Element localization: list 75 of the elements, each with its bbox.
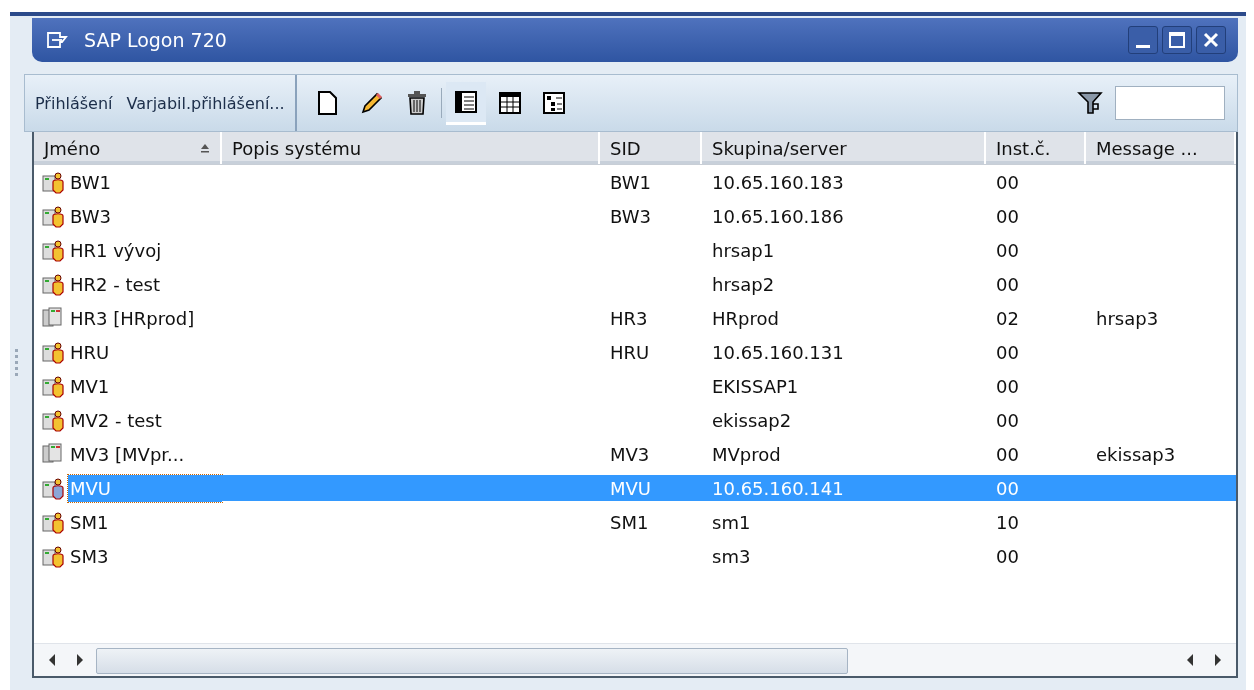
logon-icon — [46, 31, 68, 49]
system-name[interactable]: MV2 - test — [68, 406, 222, 434]
system-name[interactable]: SM1 — [68, 508, 222, 536]
filter-icon[interactable] — [1077, 90, 1103, 116]
server-user-icon — [42, 170, 66, 194]
server-user-icon — [42, 510, 66, 534]
system-name[interactable]: MV1 — [68, 372, 222, 400]
table-cell-text: BW3 — [609, 205, 651, 227]
system-name[interactable]: HRU — [68, 338, 222, 366]
system-name[interactable]: HR3 [HRprod] — [68, 304, 222, 332]
table-cell-text: 00 — [995, 545, 1019, 567]
table-cell-text: 10.65.160.131 — [711, 341, 844, 363]
scrollbar-thumb[interactable] — [96, 648, 848, 674]
table-cell-text: MVprod — [711, 443, 781, 465]
server-user-icon — [42, 544, 66, 568]
table-cell-text: 02 — [995, 307, 1019, 329]
server-user-icon — [42, 408, 66, 432]
server-user-icon — [42, 204, 66, 228]
server-user-icon — [42, 340, 66, 364]
system-name[interactable]: HR1 vývoj — [68, 236, 222, 264]
column-header[interactable]: SID — [600, 132, 702, 164]
table-cell-text: 10 — [995, 511, 1019, 533]
table-cell-text: 10.65.160.183 — [711, 171, 844, 193]
table-cell-text: hrsap2 — [711, 273, 775, 295]
server-user-icon — [42, 476, 66, 500]
action-button[interactable]: Přihlášení — [31, 87, 117, 119]
table-cell-text: BW1 — [609, 171, 651, 193]
column-header[interactable]: Jméno — [34, 132, 222, 164]
window-title: SAP Logon 720 — [84, 29, 227, 51]
system-name[interactable]: BW3 — [68, 202, 222, 230]
table-cell-text: 00 — [995, 171, 1019, 193]
table-cell-text: 00 — [995, 409, 1019, 431]
list-view-icon[interactable] — [445, 81, 486, 125]
system-name[interactable]: SM3 — [68, 542, 222, 570]
close-icon — [1201, 30, 1221, 50]
server-user-icon — [42, 272, 66, 296]
table-cell-text: 00 — [995, 205, 1019, 227]
server-user-icon — [42, 238, 66, 262]
table-cell-text: 00 — [995, 239, 1019, 261]
minimize-button[interactable] — [1128, 26, 1158, 54]
selected-row-cell: MVU — [600, 475, 702, 501]
column-header[interactable]: Popis systému — [222, 132, 600, 164]
table-cell-text: EKISSAP1 — [711, 375, 799, 397]
table-cell-text: SM1 — [609, 511, 649, 533]
table-cell-text: 10.65.160.186 — [711, 205, 844, 227]
table-cell-text: HRU — [609, 341, 650, 363]
table-cell-text: 00 — [995, 375, 1019, 397]
table-cell-text: ekissap3 — [1095, 443, 1176, 465]
system-name[interactable]: MV3 [MVpr... — [68, 440, 222, 468]
selected-row-cell: 10.65.160.141 — [702, 475, 986, 501]
selected-row-cell: 00 — [986, 475, 1086, 501]
minimize-icon — [1136, 44, 1150, 48]
maximize-button[interactable] — [1162, 26, 1192, 54]
table-cell-text: hrsap1 — [711, 239, 775, 261]
maximize-icon — [1167, 30, 1187, 50]
filter-field[interactable] — [1115, 86, 1225, 120]
table-cell-text: sm1 — [711, 511, 751, 533]
table-cell-text: 00 — [995, 443, 1019, 465]
table-cell-text: ekissap2 — [711, 409, 792, 431]
table-cell-text: 00 — [995, 273, 1019, 295]
table-cell-text: 00 — [995, 341, 1019, 363]
column-header[interactable]: Inst.č. — [986, 132, 1086, 164]
server-user-icon — [42, 374, 66, 398]
column-header[interactable]: Message ... — [1086, 132, 1236, 164]
table-cell-text: hrsap3 — [1095, 307, 1159, 329]
table-cell-text: HRprod — [711, 307, 779, 329]
table-cell-text: sm3 — [711, 545, 751, 567]
system-name[interactable]: HR2 - test — [68, 270, 222, 298]
splitter-grip-icon[interactable] — [15, 349, 19, 379]
close-button[interactable] — [1196, 26, 1226, 54]
system-name[interactable]: BW1 — [68, 168, 222, 196]
table-cell-text: MV3 — [609, 443, 650, 465]
column-header[interactable]: Skupina/server — [702, 132, 986, 164]
table-cell-text: HR3 — [609, 307, 648, 329]
action-button[interactable]: Varjabil.přihlášení... — [122, 87, 289, 119]
